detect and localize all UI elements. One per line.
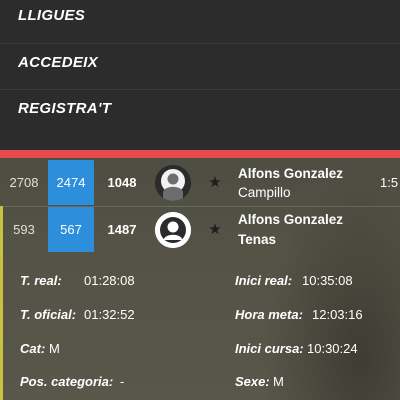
menu-item-lligues[interactable]: LLIGUES <box>18 0 85 34</box>
result-row-selected[interactable]: 593 567 1487 ★ Alfons Gonzalez Tenas <box>0 207 400 252</box>
sexe-value: M <box>273 374 284 389</box>
t-oficial-label: T. oficial: <box>20 307 77 322</box>
user-placeholder-icon <box>155 212 191 248</box>
runner-surname: Tenas <box>238 232 277 247</box>
results-panel: 2708 2474 1048 ★ Alfons Gonzalez Campill… <box>0 158 400 400</box>
overall-position: 593 <box>13 222 35 237</box>
sexe-label: Sexe: <box>235 374 270 389</box>
avatar <box>155 165 191 201</box>
cat-label: Cat: <box>20 341 46 356</box>
menu-item-registrat[interactable]: REGISTRA'T <box>18 91 111 127</box>
menu-divider <box>0 89 400 90</box>
avatar <box>155 212 191 248</box>
pos-categoria-value: - <box>120 374 125 389</box>
header-accent-bar <box>0 150 400 158</box>
menu-item-accedeix[interactable]: ACCEDEIX <box>18 45 98 81</box>
overall-position: 2708 <box>9 175 39 190</box>
runner-surname: Campillo <box>238 185 291 200</box>
result-row[interactable]: 2708 2474 1048 ★ Alfons Gonzalez Campill… <box>0 160 400 205</box>
t-real-value: 01:28:08 <box>84 273 135 288</box>
bib-number: 1048 <box>107 175 137 190</box>
inici-real-value: 10:35:08 <box>302 273 353 288</box>
main-menu: LLIGUES ACCEDEIX REGISTRA'T <box>0 0 400 150</box>
favorite-star-icon[interactable]: ★ <box>205 160 225 205</box>
cat-value: M <box>49 341 60 356</box>
favorite-star-icon[interactable]: ★ <box>205 207 225 252</box>
category-position: 567 <box>48 207 94 252</box>
runner-name: Alfons Gonzalez <box>238 212 344 227</box>
inici-cursa-label: Inici cursa: <box>235 341 304 356</box>
inici-real-label: Inici real: <box>235 273 293 288</box>
menu-divider <box>0 43 400 44</box>
inici-cursa-value: 10:30:24 <box>307 341 358 356</box>
result-time: 1:5 <box>380 175 399 190</box>
category-position: 2474 <box>48 160 94 205</box>
hora-meta-label: Hora meta: <box>235 307 303 322</box>
t-oficial-value: 01:32:52 <box>84 307 135 322</box>
runner-name: Alfons Gonzalez <box>238 166 344 181</box>
hora-meta-value: 12:03:16 <box>312 307 363 322</box>
bib-number: 1487 <box>107 222 137 237</box>
t-real-label: T. real: <box>20 273 62 288</box>
pos-categoria-label: Pos. categoria: <box>20 374 114 389</box>
user-photo-icon <box>155 165 191 201</box>
